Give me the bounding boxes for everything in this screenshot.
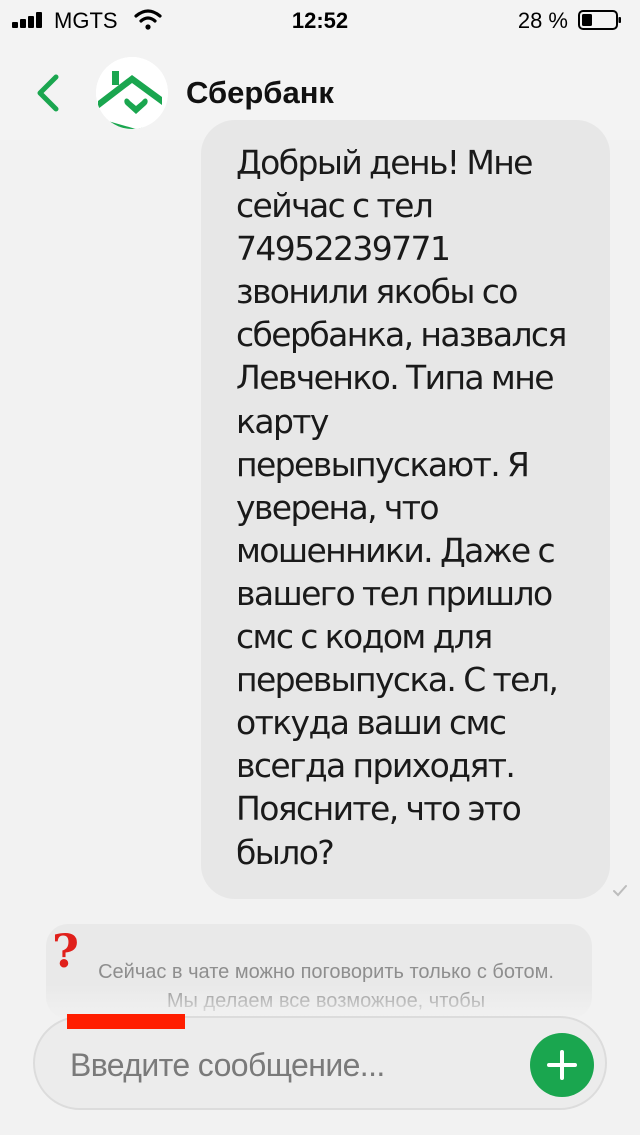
bot-notice-card: ? Сейчас в чате можно поговорить только … bbox=[46, 924, 592, 1019]
question-mark-icon: ? bbox=[52, 924, 79, 978]
back-chevron-icon[interactable] bbox=[34, 73, 62, 113]
chat-screen: MGTS 12:52 28 % Сбербанк Добрый день! Мн… bbox=[0, 0, 640, 1135]
status-bar: MGTS 12:52 28 % bbox=[0, 0, 640, 40]
sberbank-logo-avatar bbox=[96, 57, 168, 129]
plus-icon bbox=[547, 1050, 577, 1080]
message-composer bbox=[33, 1016, 607, 1110]
battery-percentage: 28 % bbox=[517, 8, 568, 33]
red-highlight-marker bbox=[67, 1014, 185, 1029]
message-text: Добрый день! Мне сейчас с тел 7495223977… bbox=[236, 143, 567, 872]
add-button[interactable] bbox=[530, 1033, 594, 1097]
battery-icon bbox=[578, 10, 621, 30]
bot-notice-text: Сейчас в чате можно поговорить только с … bbox=[98, 961, 554, 1012]
message-input[interactable] bbox=[68, 1038, 502, 1092]
delivered-check-icon bbox=[613, 885, 627, 897]
contact-name: Сбербанк bbox=[186, 75, 334, 110]
